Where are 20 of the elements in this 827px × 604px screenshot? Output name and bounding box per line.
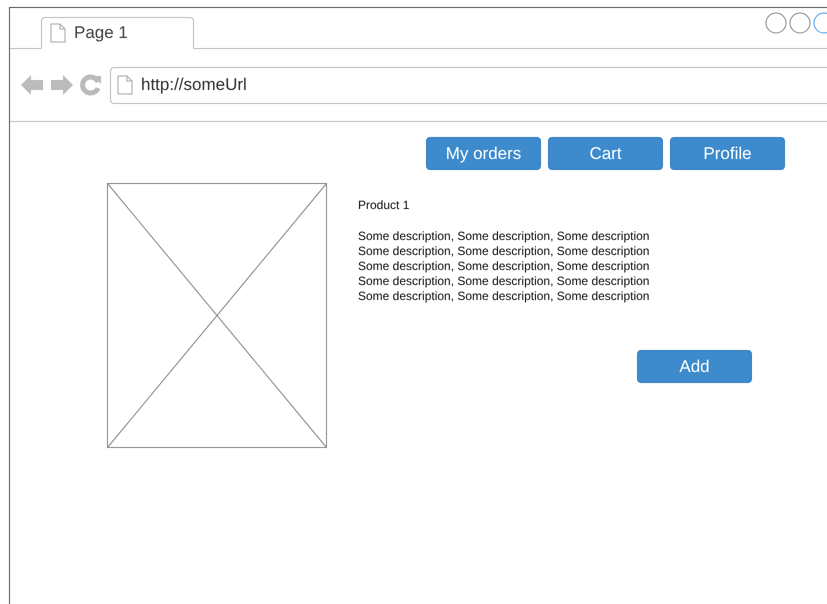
window-button-icon[interactable] <box>765 12 787 34</box>
product-title: Product 1 <box>358 198 410 213</box>
browser-tab[interactable]: Page 1 <box>41 17 194 49</box>
description-line: Some description, Some description, Some description <box>358 289 650 304</box>
page-icon <box>50 23 66 43</box>
add-button[interactable]: Add <box>637 350 752 383</box>
nav-button[interactable]: Profile <box>670 137 785 170</box>
back-icon[interactable] <box>20 74 44 96</box>
page-icon <box>117 75 133 95</box>
nav-button[interactable]: My orders <box>426 137 541 170</box>
nav-button[interactable]: Cart <box>548 137 663 170</box>
reload-icon[interactable] <box>80 74 102 96</box>
window-button-icon[interactable] <box>789 12 811 34</box>
description-line: Some description, Some description, Some description <box>358 259 650 274</box>
forward-icon[interactable] <box>50 74 74 96</box>
description-line: Some description, Some description, Some description <box>358 229 650 244</box>
description-line: Some description, Some description, Some description <box>358 274 650 289</box>
url-text: http://someUrl <box>141 74 247 96</box>
address-bar[interactable]: http://someUrl <box>110 66 827 104</box>
description-line: Some description, Some description, Some description <box>358 244 650 259</box>
